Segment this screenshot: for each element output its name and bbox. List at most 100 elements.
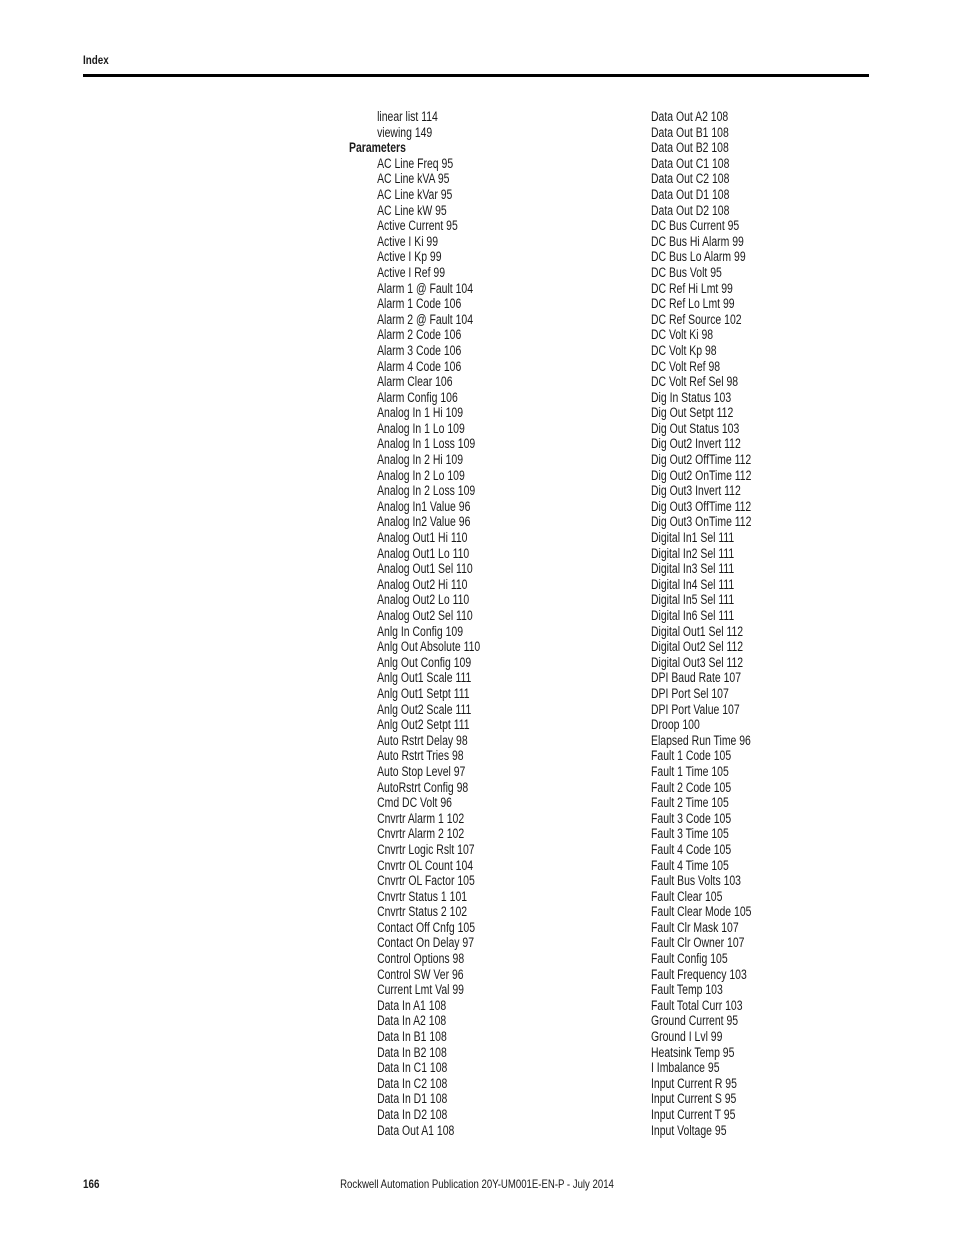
index-entry: DC Bus Lo Alarm 99 <box>651 249 746 265</box>
index-entry: Cmd DC Volt 96 <box>377 795 452 811</box>
index-entry: viewing 149 <box>377 124 433 140</box>
index-entry: Fault 2 Time 105 <box>651 795 729 811</box>
index-entry: DC Ref Lo Lmt 99 <box>651 296 735 312</box>
index-entry: DC Volt Ref 98 <box>651 358 721 374</box>
index-entry: AutoRstrt Config 98 <box>377 779 469 795</box>
index-entry: Analog In 2 Hi 109 <box>377 452 464 468</box>
index-entry: Data Out A2 108 <box>651 109 729 124</box>
index-entry: Active Current 95 <box>377 218 458 234</box>
index-entry: DC Volt Kp 98 <box>651 342 717 358</box>
index-entry: Data In B2 108 <box>377 1044 447 1060</box>
index-entry: Fault 3 Time 105 <box>651 826 729 842</box>
index-entry: Data Out B1 108 <box>651 124 729 140</box>
index-entry: Data In D1 108 <box>377 1091 448 1107</box>
index-entry: DC Bus Current 95 <box>651 218 740 234</box>
index-entry: Analog Out1 Lo 110 <box>377 545 470 561</box>
index-entry: Elapsed Run Time 96 <box>651 732 751 748</box>
index-entry: Dig In Status 103 <box>651 389 732 405</box>
index-entry: Auto Stop Level 97 <box>377 763 466 779</box>
index-entry: Fault 2 Code 105 <box>651 779 732 795</box>
index-entry: Digital In4 Sel 111 <box>651 576 735 592</box>
index-entry: Cnvrtr OL Factor 105 <box>377 873 475 889</box>
index-entry: Ground Current 95 <box>651 1013 739 1029</box>
index-entry: Dig Out Status 103 <box>651 420 740 436</box>
index-entry: Data Out D2 108 <box>651 202 730 218</box>
index-entry: Data Out A1 108 <box>377 1122 455 1138</box>
index-entry: Input Voltage 95 <box>651 1122 727 1138</box>
index-entry: Cnvrtr OL Count 104 <box>377 857 474 873</box>
index-entry: AC Line Freq 95 <box>377 155 454 171</box>
index-entry: AC Line kVA 95 <box>377 171 450 187</box>
index-entry: Anlg Out1 Setpt 111 <box>377 685 470 701</box>
index-entry: Fault 4 Time 105 <box>651 857 729 873</box>
index-entry: Input Current T 95 <box>651 1107 736 1122</box>
index-entry: Alarm 3 Code 106 <box>377 342 462 358</box>
index-entry: Data Out C2 108 <box>651 171 730 187</box>
page-number: 166 <box>83 1177 100 1191</box>
index-entry: Dig Out3 OnTime 112 <box>651 514 752 530</box>
index-entry: Analog Out2 Lo 110 <box>377 592 470 608</box>
index-entry: Digital In3 Sel 111 <box>651 561 735 577</box>
index-entry: Alarm 2 @ Fault 104 <box>377 311 474 327</box>
index-entry: Control SW Ver 96 <box>377 966 464 982</box>
index-entry: I Imbalance 95 <box>651 1060 720 1076</box>
index-entry: DC Bus Hi Alarm 99 <box>651 233 744 249</box>
index-entry: Active I Ki 99 <box>377 233 439 249</box>
index-entry: Analog Out1 Hi 110 <box>377 530 468 546</box>
header-divider <box>83 74 869 77</box>
index-entry: DC Ref Hi Lmt 99 <box>651 280 733 296</box>
index-entry: Anlg Out Config 109 <box>377 654 472 670</box>
index-entry: Input Current R 95 <box>651 1075 737 1091</box>
index-entry: Fault Bus Volts 103 <box>651 873 742 889</box>
index-entry: Fault 1 Time 105 <box>651 763 729 779</box>
index-entry: Anlg Out2 Scale 111 <box>377 701 472 717</box>
index-entry: Contact Off Cnfg 105 <box>377 919 476 935</box>
index-entry: Input Current S 95 <box>651 1091 737 1107</box>
index-entry: Control Options 98 <box>377 951 465 967</box>
index-entry: Dig Out Setpt 112 <box>651 405 734 421</box>
index-entry: Analog In 1 Hi 109 <box>377 405 464 421</box>
index-entry: Auto Rstrt Delay 98 <box>377 732 468 748</box>
index-entry: Data In A1 108 <box>377 997 447 1013</box>
publication-info: Rockwell Automation Publication 20Y-UM00… <box>340 1177 614 1191</box>
index-entry: Fault 4 Code 105 <box>651 841 732 857</box>
index-entry: Current Lmt Val 99 <box>377 982 464 998</box>
index-entry: DPI Port Value 107 <box>651 701 740 717</box>
index-entry: Fault Clr Mask 107 <box>651 919 739 935</box>
section-title: Index <box>83 53 109 67</box>
index-entry: Alarm 4 Code 106 <box>377 358 462 374</box>
index-entry: Anlg In Config 109 <box>377 623 464 639</box>
index-entry: Cnvrtr Logic Rslt 107 <box>377 841 475 857</box>
index-entry: Digital In5 Sel 111 <box>651 592 735 608</box>
index-entry: Fault Temp 103 <box>651 982 723 998</box>
index-entry: Fault 1 Code 105 <box>651 748 732 764</box>
index-column-right: Data Out A2 108 Data Out B1 108 Data Out B… <box>651 109 780 1138</box>
index-entry: Dig Out2 OffTime 112 <box>651 452 752 468</box>
index-entry: DPI Port Sel 107 <box>651 685 729 701</box>
index-entry: linear list 114 <box>377 109 438 124</box>
index-entry: Digital Out3 Sel 112 <box>651 654 744 670</box>
index-entry: Fault Clear 105 <box>651 888 723 904</box>
index-entry: Digital In6 Sel 111 <box>651 608 735 623</box>
index-entry: Active I Kp 99 <box>377 249 442 265</box>
index-entry: Data Out D1 108 <box>651 186 730 202</box>
index-entry: Data Out B2 108 <box>651 140 729 156</box>
index-column-left: linear list 114 viewing 149 Parameters AC L… <box>349 109 517 1138</box>
index-entry: Alarm 1 Code 106 <box>377 296 462 312</box>
index-entry: Alarm 2 Code 106 <box>377 327 462 343</box>
index-entry: Fault 3 Code 105 <box>651 810 732 826</box>
index-entry: Alarm Config 106 <box>377 389 458 405</box>
index-entry: Digital Out1 Sel 112 <box>651 623 744 639</box>
index-entry: Auto Rstrt Tries 98 <box>377 748 464 764</box>
index-entry: DC Bus Volt 95 <box>651 264 722 280</box>
index-entry: Analog Out2 Sel 110 <box>377 608 473 623</box>
index-entry: Fault Config 105 <box>651 951 728 967</box>
index-entry: Ground I Lvl 99 <box>651 1029 723 1045</box>
index-entry: Digital In1 Sel 111 <box>651 530 735 546</box>
index-entry: Data In A2 108 <box>377 1013 447 1029</box>
index-entry: Dig Out2 OnTime 112 <box>651 467 752 483</box>
index-entry: Data Out C1 108 <box>651 155 730 171</box>
index-entry: Anlg Out2 Setpt 111 <box>377 717 470 733</box>
index-entry: Analog In 2 Lo 109 <box>377 467 465 483</box>
index-entry: Analog In 1 Loss 109 <box>377 436 476 452</box>
